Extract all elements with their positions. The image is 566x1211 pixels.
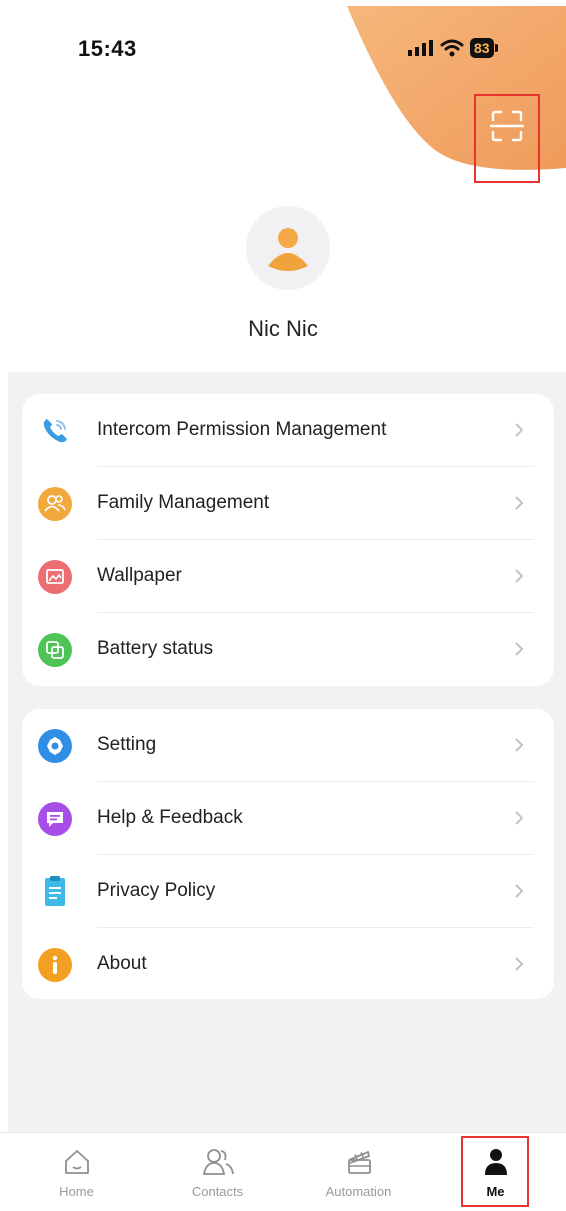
battery-status-icon <box>37 632 72 667</box>
menu-label: Family Management <box>97 492 270 513</box>
menu-label: Setting <box>97 734 157 755</box>
menu-item-about[interactable]: About <box>22 928 554 999</box>
chevron-right-icon <box>514 495 524 516</box>
chevron-right-icon <box>514 422 524 443</box>
tab-label: Me <box>486 1184 505 1199</box>
chevron-right-icon <box>514 737 524 758</box>
automation-icon <box>344 1145 374 1179</box>
tab-me[interactable]: Me <box>425 1133 566 1211</box>
menu-item-setting[interactable]: Setting <box>22 709 554 782</box>
chevron-right-icon <box>514 883 524 904</box>
tab-contacts[interactable]: Contacts <box>147 1133 288 1211</box>
menu-item-help-feedback[interactable]: Help & Feedback <box>22 782 554 855</box>
chevron-right-icon <box>514 810 524 831</box>
avatar[interactable] <box>246 206 330 290</box>
tab-label: Contacts <box>191 1184 244 1199</box>
status-time: 15:43 <box>78 36 137 61</box>
menu-card-1: Intercom Permission Management Family Ma… <box>22 394 554 686</box>
home-icon <box>62 1145 92 1179</box>
menu-item-intercom[interactable]: Intercom Permission Management <box>22 394 554 467</box>
scan-button[interactable] <box>474 94 540 183</box>
menu-card-2: Setting Help & Feedback Privacy Policy A… <box>22 709 554 999</box>
menu-label: Privacy Policy <box>97 880 216 901</box>
menu-label: Wallpaper <box>97 565 182 586</box>
tab-label: Home <box>59 1184 94 1199</box>
phone-icon <box>37 413 72 448</box>
menu-label: About <box>97 953 147 974</box>
battery-level: 83 <box>470 38 494 58</box>
menu-label: Intercom Permission Management <box>97 419 387 440</box>
chevron-right-icon <box>514 568 524 589</box>
menu-item-family[interactable]: Family Management <box>22 467 554 540</box>
signal-icon <box>408 40 433 56</box>
gear-icon <box>37 728 72 763</box>
scan-icon <box>490 110 524 141</box>
status-icons: 83 <box>408 38 498 58</box>
menu-label: Help & Feedback <box>97 807 243 828</box>
document-icon <box>37 874 72 909</box>
feedback-icon <box>37 801 72 836</box>
tab-home[interactable]: Home <box>6 1133 147 1211</box>
menu-item-wallpaper[interactable]: Wallpaper <box>22 540 554 613</box>
family-icon <box>37 486 72 521</box>
menu-area: Intercom Permission Management Family Ma… <box>8 372 566 1132</box>
tab-bar: Home Contacts Automation Me <box>0 1132 566 1211</box>
wallpaper-icon <box>37 559 72 594</box>
tab-automation[interactable]: Automation <box>288 1133 429 1211</box>
profile-header: 15:43 83 Nic Nic <box>0 0 566 372</box>
contacts-icon <box>201 1145 235 1179</box>
person-icon <box>268 228 308 271</box>
user-name: Nic Nic <box>248 316 318 341</box>
info-icon <box>37 947 72 982</box>
person-icon <box>483 1145 509 1179</box>
menu-label: Battery status <box>97 638 214 659</box>
battery-icon <box>494 44 498 52</box>
tab-label: Automation <box>325 1184 392 1199</box>
chevron-right-icon <box>514 641 524 662</box>
menu-item-privacy-policy[interactable]: Privacy Policy <box>22 855 554 928</box>
chevron-right-icon <box>514 956 524 977</box>
wifi-icon <box>440 39 464 57</box>
menu-item-battery-status[interactable]: Battery status <box>22 613 554 686</box>
